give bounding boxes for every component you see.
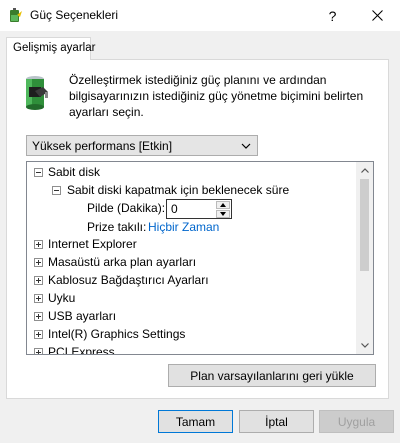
- close-icon: [372, 10, 383, 21]
- tree-item-desktop-background[interactable]: Masaüstü arka plan ayarları: [48, 253, 196, 271]
- battery-setting-label: Pilde (Dakika):: [87, 201, 166, 215]
- tab-advanced-settings[interactable]: Gelişmiş ayarlar: [6, 37, 95, 60]
- chevron-up-icon: [360, 168, 369, 173]
- window-title: Güç Seçenekleri: [30, 8, 119, 22]
- tree-item-pci-express[interactable]: PCI Express: [48, 343, 115, 354]
- power-plan-selected-value: Yüksek performans [Etkin]: [32, 139, 173, 153]
- settings-tree[interactable]: Sabit disk Sabit diski kapatmak için bek…: [26, 161, 374, 355]
- expand-icon[interactable]: [34, 240, 43, 249]
- tree-item-turn-off-disk[interactable]: Sabit diski kapatmak için beklenecek sür…: [67, 181, 289, 199]
- title-bar: Güç Seçenekleri ?: [0, 0, 400, 31]
- tree-item-wireless-adapter[interactable]: Kablosuz Bağdaştırıcı Ayarları: [48, 271, 209, 289]
- scroll-thumb[interactable]: [360, 179, 369, 271]
- battery-plug-icon: [26, 76, 48, 110]
- tree-scrollbar[interactable]: [356, 162, 373, 354]
- tree-item-sleep[interactable]: Uyku: [48, 289, 75, 307]
- expand-icon[interactable]: [34, 330, 43, 339]
- tree-item-internet-explorer[interactable]: Internet Explorer: [48, 235, 137, 253]
- collapse-icon[interactable]: [52, 186, 61, 195]
- plugged-in-setting-label: Prize takılı:: [87, 220, 147, 234]
- restore-defaults-button[interactable]: Plan varsayılanlarını geri yükle: [168, 364, 376, 387]
- tree-item-usb[interactable]: USB ayarları: [48, 307, 116, 325]
- battery-minutes-value[interactable]: 0: [171, 202, 178, 216]
- collapse-icon[interactable]: [34, 168, 43, 177]
- chevron-down-icon: [241, 143, 251, 149]
- chevron-down-icon: [360, 343, 369, 348]
- tree-item-intel-graphics[interactable]: Intel(R) Graphics Settings: [48, 325, 185, 343]
- help-button[interactable]: ?: [310, 0, 355, 31]
- power-plan-select[interactable]: Yüksek performans [Etkin]: [26, 135, 258, 156]
- expand-icon[interactable]: [34, 294, 43, 303]
- ok-button[interactable]: Tamam: [158, 410, 233, 433]
- scroll-up-button[interactable]: [356, 162, 373, 179]
- stepper-down-button[interactable]: [216, 210, 230, 218]
- scroll-down-button[interactable]: [356, 337, 373, 354]
- stepper-up-button[interactable]: [216, 201, 230, 209]
- description-text: Özelleştirmek istediğiniz güç planını ve…: [69, 73, 364, 119]
- apply-button[interactable]: Uygula: [319, 410, 394, 433]
- expand-icon[interactable]: [34, 276, 43, 285]
- power-options-icon: [10, 8, 22, 22]
- expand-icon[interactable]: [34, 312, 43, 321]
- expand-icon[interactable]: [34, 258, 43, 267]
- close-button[interactable]: [355, 0, 400, 31]
- caret-up-icon: [220, 203, 226, 207]
- plugged-in-setting-value[interactable]: Hiçbir Zaman: [148, 218, 219, 236]
- expand-icon[interactable]: [34, 348, 43, 354]
- tree-item-hard-disk[interactable]: Sabit disk: [48, 163, 100, 181]
- caret-down-icon: [220, 212, 226, 216]
- cancel-button[interactable]: İptal: [239, 410, 314, 433]
- battery-minutes-stepper[interactable]: 0: [166, 199, 232, 219]
